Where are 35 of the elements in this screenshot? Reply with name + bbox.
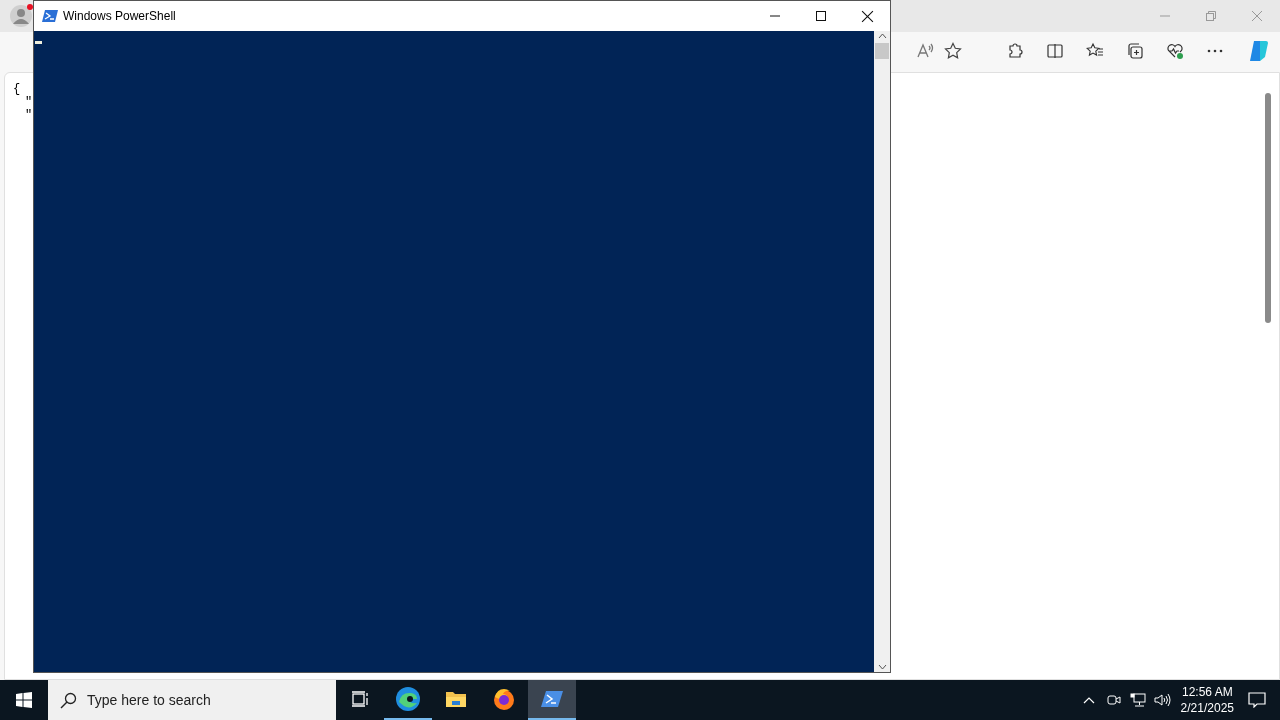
folder-icon: [445, 689, 467, 709]
speaker-icon[interactable]: [1153, 693, 1171, 707]
task-view-icon: [351, 690, 369, 708]
notifications-icon[interactable]: [1248, 692, 1266, 708]
search-placeholder: Type here to search: [87, 690, 211, 710]
scroll-up-icon[interactable]: [877, 33, 887, 39]
powershell-icon: [541, 690, 563, 708]
windows-icon: [16, 692, 32, 708]
split-screen-icon[interactable]: [1046, 42, 1064, 60]
clock-time[interactable]: 12:56 AM: [1181, 684, 1233, 700]
camera-icon[interactable]: [1106, 693, 1121, 707]
window-title: Windows PowerShell: [63, 8, 176, 25]
collections-icon[interactable]: [1126, 42, 1144, 60]
network-icon[interactable]: [1129, 693, 1146, 707]
favorite-star-icon[interactable]: [944, 42, 962, 60]
read-aloud-icon[interactable]: [916, 42, 934, 60]
maximize-icon[interactable]: [815, 10, 827, 22]
code-line: ": [24, 96, 34, 109]
close-icon[interactable]: [861, 9, 874, 23]
edge-icon: [395, 686, 421, 712]
heart-pulse-icon[interactable]: [1166, 42, 1184, 60]
profile-icon[interactable]: [10, 5, 32, 27]
scrollbar[interactable]: [874, 31, 890, 672]
scrollbar[interactable]: [1265, 93, 1271, 323]
extensions-icon[interactable]: [1006, 42, 1024, 60]
code-line: {: [13, 83, 22, 96]
clock-date[interactable]: 2/21/2025: [1180, 700, 1234, 716]
scroll-thumb[interactable]: [875, 43, 889, 59]
powershell-icon: [42, 8, 58, 24]
code-line: ": [24, 109, 34, 122]
chevron-up-icon[interactable]: [1082, 696, 1095, 704]
firefox-icon: [492, 687, 516, 711]
search-icon: [60, 691, 77, 709]
scroll-down-icon[interactable]: [877, 664, 887, 670]
search-field[interactable]: Type here to search: [48, 680, 336, 720]
